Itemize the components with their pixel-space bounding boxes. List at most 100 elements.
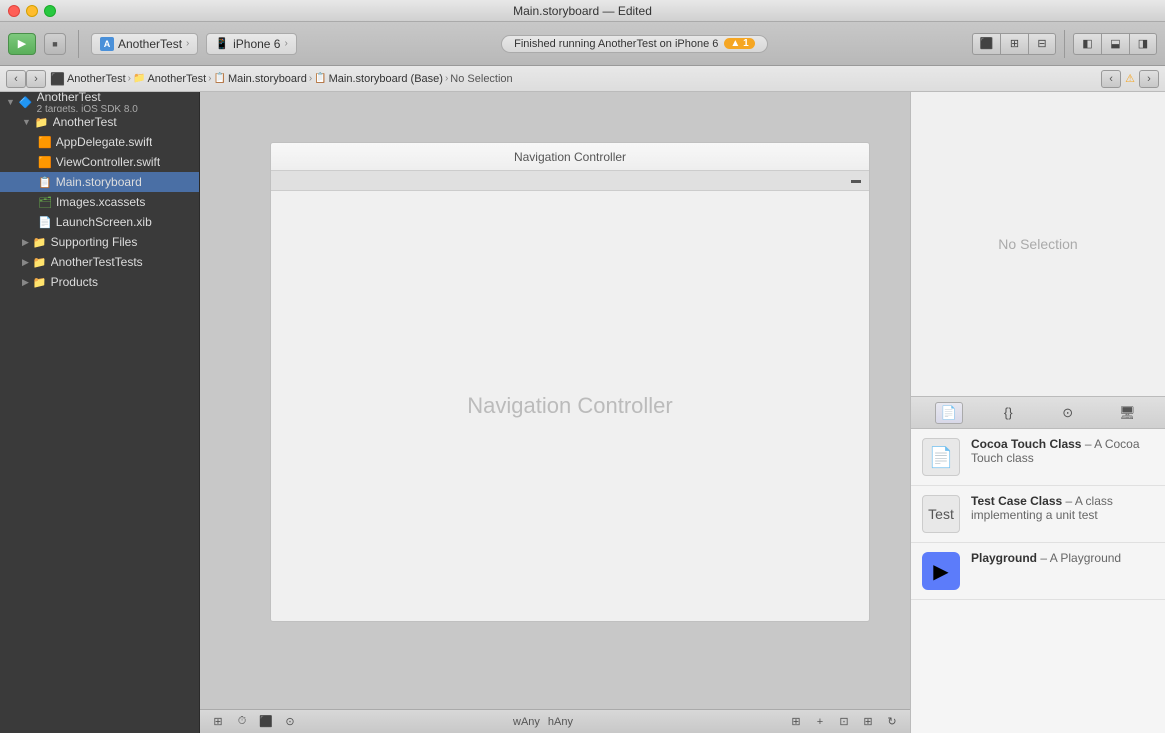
width-label: wAny — [513, 716, 540, 728]
battery-icon: ▬ — [851, 175, 861, 186]
sidebar-item-appdelegate[interactable]: 🟧 AppDelegate.swift — [0, 132, 199, 152]
version-editor-button[interactable]: ⊟ — [1028, 33, 1056, 55]
storyboard-canvas-area[interactable]: → Navigation Controller ▬ Navigation Con… — [200, 92, 910, 709]
library-item-test-case[interactable]: Test Test Case Class – A class implement… — [911, 486, 1165, 543]
refresh-button[interactable]: ↻ — [882, 713, 902, 731]
sidebar-label-products: Products — [51, 275, 98, 289]
breadcrumb-folder[interactable]: 📁 AnotherTest — [133, 73, 206, 85]
close-button[interactable] — [8, 5, 20, 17]
sidebar-label-tests: AnotherTestTests — [51, 255, 143, 269]
scene-title: Navigation Controller — [514, 150, 626, 164]
breadcrumb-file[interactable]: 📋 Main.storyboard — [214, 73, 307, 85]
left-panel-button[interactable]: ◧ — [1073, 33, 1101, 55]
sidebar-item-supportingfiles[interactable]: ▶ 📁 Supporting Files — [0, 232, 199, 252]
minimize-button[interactable] — [26, 5, 38, 17]
toolbar-separator-1 — [78, 30, 79, 58]
grid-button[interactable]: ⊞ — [858, 713, 878, 731]
folder-disclosure-tests: ▶ — [22, 257, 29, 268]
root-icon: 🔷 — [19, 96, 33, 109]
file-navigator: ▼ 🔷 AnotherTest 2 targets, iOS SDK 8.0 ▼… — [0, 92, 200, 733]
identity-inspector-tab[interactable]: ⊙ — [1054, 402, 1082, 424]
zoom-fit-button[interactable]: ⊞ — [786, 713, 806, 731]
breadcrumb-sep-2: › — [208, 73, 211, 84]
back-button[interactable]: ‹ — [6, 70, 26, 88]
scheme-name: AnotherTest — [118, 37, 182, 51]
breadcrumb-project[interactable]: AnotherTest — [67, 73, 126, 85]
activity-button[interactable]: ⏱ — [232, 713, 252, 731]
test-case-icon-img: Test — [922, 495, 960, 533]
standard-editor-button[interactable]: ⬛ — [972, 33, 1000, 55]
root-disclosure: ▼ — [6, 97, 15, 107]
bottom-panel-button[interactable]: ⬓ — [1101, 33, 1129, 55]
editor-area: → Navigation Controller ▬ Navigation Con… — [200, 92, 910, 733]
sidebar-item-anothertest-folder[interactable]: ▼ 📁 AnotherTest — [0, 112, 199, 132]
main-toolbar: AnotherTest › 📱 iPhone 6 › Finished runn… — [0, 22, 1165, 66]
run-button[interactable] — [8, 33, 36, 55]
status-text: Finished running AnotherTest on iPhone 6 — [514, 38, 718, 50]
right-panel-button[interactable]: ◨ — [1129, 33, 1157, 55]
assistant-editor-button[interactable]: ⊞ — [1000, 33, 1028, 55]
sidebar-label-viewcontroller: ViewController.swift — [56, 155, 160, 169]
height-label: hAny — [548, 716, 573, 728]
prev-issue-button[interactable]: ‹ — [1101, 70, 1121, 88]
file-inspector-tab[interactable]: 📄 — [935, 402, 963, 424]
playground-dash: – A Playground — [1040, 551, 1121, 565]
add-object-button[interactable]: ⊞ — [208, 713, 228, 731]
warning-badge[interactable]: ▲ 1 — [724, 38, 754, 49]
quick-help-tab[interactable]: {} — [994, 402, 1022, 424]
sidebar-item-images[interactable]: 🗂 Images.xcassets — [0, 192, 199, 212]
stop-button[interactable] — [44, 33, 66, 55]
console-button[interactable]: ⊙ — [280, 713, 300, 731]
project-icon: ⬛ — [50, 72, 65, 86]
nav-controller-scene[interactable]: Navigation Controller ▬ Navigation Contr… — [270, 142, 870, 622]
debug-button[interactable]: ⬛ — [256, 713, 276, 731]
breadcrumb-project-label: AnotherTest — [67, 73, 126, 85]
breadcrumb-end-label: No Selection — [450, 73, 512, 85]
view-toggle-group: ⬛ ⊞ ⊟ — [972, 33, 1056, 55]
folder-icon-products: 📁 — [33, 276, 47, 289]
breadcrumb-base-label: Main.storyboard (Base) — [329, 73, 443, 85]
bottom-right: ⊞ + ⊡ ⊞ ↻ — [786, 713, 902, 731]
breadcrumb-file-label: Main.storyboard — [228, 73, 307, 85]
zoom-in-button[interactable]: + — [810, 713, 830, 731]
fullscreen-button[interactable] — [44, 5, 56, 17]
sidebar-item-viewcontroller[interactable]: 🟧 ViewController.swift — [0, 152, 199, 172]
toolbar-separator-2 — [1064, 30, 1065, 58]
library-item-playground[interactable]: ▶ Playground – A Playground — [911, 543, 1165, 600]
folder-icon-1: 📁 — [133, 73, 145, 84]
status-bar: Finished running AnotherTest on iPhone 6… — [305, 35, 964, 53]
title-bar: Main.storyboard — Edited — [0, 0, 1165, 22]
attributes-inspector-tab[interactable]: 🖥 — [1113, 402, 1141, 424]
sidebar-item-products[interactable]: ▶ 📁 Products — [0, 272, 199, 292]
no-selection-text: No Selection — [998, 236, 1077, 252]
scene-title-bar: Navigation Controller — [271, 143, 869, 171]
xcassets-icon-images: 🗂 — [38, 196, 52, 209]
sidebar-item-launchscreen[interactable]: 📄 LaunchScreen.xib — [0, 212, 199, 232]
folder-icon-anothertest: 📁 — [35, 116, 49, 129]
scene-content: Navigation Controller — [271, 191, 869, 621]
sidebar-label-supportingfiles: Supporting Files — [51, 235, 138, 249]
test-case-icon: Test — [921, 494, 961, 534]
library-item-cocoa-touch[interactable]: 📄 Cocoa Touch Class – A Cocoa Touch clas… — [911, 429, 1165, 486]
playground-text: Playground – A Playground — [971, 551, 1121, 567]
sidebar-item-mainstoryboard[interactable]: 📋 Main.storyboard — [0, 172, 199, 192]
forward-button[interactable]: › — [26, 70, 46, 88]
folder-icon-tests: 📁 — [33, 256, 47, 269]
scheme-selector[interactable]: AnotherTest › — [91, 33, 198, 55]
breadcrumb-base[interactable]: 📋 Main.storyboard (Base) — [314, 73, 443, 85]
breadcrumb: ⬛ AnotherTest › 📁 AnotherTest › 📋 Main.s… — [50, 72, 1097, 86]
sidebar-item-tests[interactable]: ▶ 📁 AnotherTestTests — [0, 252, 199, 272]
sidebar-item-root[interactable]: ▼ 🔷 AnotherTest 2 targets, iOS SDK 8.0 — [0, 92, 199, 112]
device-selector[interactable]: 📱 iPhone 6 › — [206, 33, 296, 55]
secondary-toolbar: ‹ › ⬛ AnotherTest › 📁 AnotherTest › 📋 Ma… — [0, 66, 1165, 92]
next-issue-button[interactable]: › — [1139, 70, 1159, 88]
root-label: AnotherTest — [37, 92, 138, 104]
breadcrumb-icon-1: ⬛ — [50, 72, 65, 86]
zoom-out-button[interactable]: ⊡ — [834, 713, 854, 731]
playground-title: Playground – A Playground — [971, 551, 1121, 565]
cocoa-touch-title-label: Cocoa Touch Class — [971, 437, 1081, 451]
folder-disclosure-products: ▶ — [22, 277, 29, 288]
library-list: 📄 Cocoa Touch Class – A Cocoa Touch clas… — [911, 429, 1165, 733]
toolbar-right: ⬛ ⊞ ⊟ ◧ ⬓ ◨ — [972, 30, 1157, 58]
xib-icon-launch: 📄 — [38, 216, 52, 229]
